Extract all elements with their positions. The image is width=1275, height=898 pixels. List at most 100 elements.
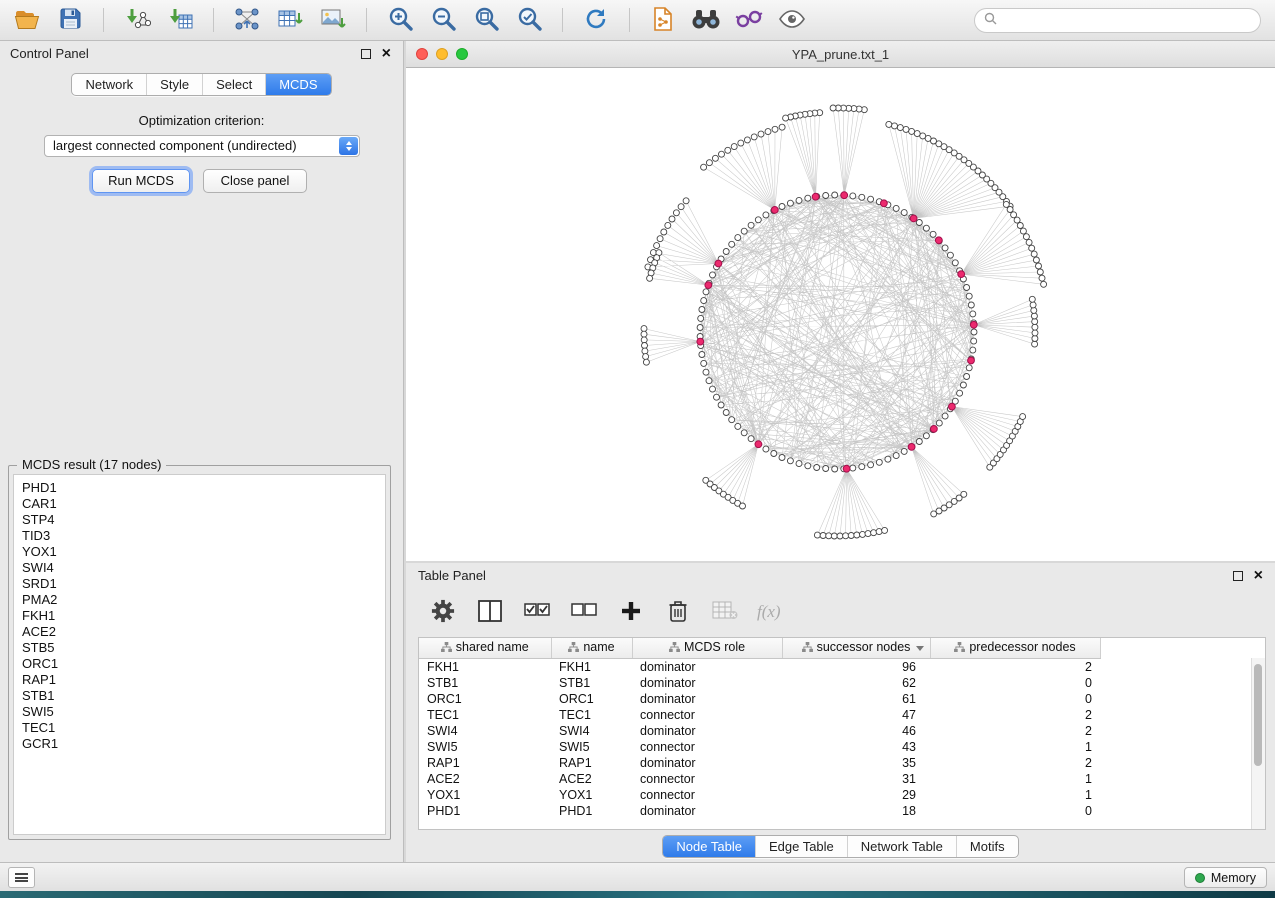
criterion-dropdown-value: largest connected component (undirected) (53, 138, 297, 153)
criterion-dropdown[interactable]: largest connected component (undirected) (44, 135, 360, 157)
tab-select[interactable]: Select (202, 74, 265, 95)
function-builder-button[interactable]: f(x) (757, 597, 781, 627)
toolbar-search-input[interactable] (1003, 12, 1251, 28)
minimize-window-icon[interactable] (436, 48, 448, 60)
tab-network-table[interactable]: Network Table (847, 836, 956, 857)
find-network-button[interactable] (689, 4, 723, 36)
zoom-selected-button[interactable] (512, 4, 546, 36)
table-row[interactable]: ACE2ACE2connector311 (419, 771, 1100, 787)
toggle-graphics-details-button[interactable] (732, 4, 766, 36)
delete-table-button[interactable] (710, 597, 740, 627)
eye-icon (778, 9, 806, 32)
column-header-shared-name[interactable]: shared name (419, 638, 551, 658)
delete-columns-button[interactable] (663, 597, 693, 627)
table-row[interactable]: STB1STB1dominator620 (419, 675, 1100, 691)
mcds-result-item[interactable]: PMA2 (22, 592, 377, 608)
import-table-icon (166, 7, 194, 34)
control-panel: Control Panel × NetworkStyleSelectMCDS O… (0, 41, 404, 862)
select-all-columns-button[interactable] (522, 597, 552, 627)
zoom-out-button[interactable] (426, 4, 460, 36)
column-header-predecessor-nodes[interactable]: predecessor nodes (930, 638, 1100, 658)
network-window-titlebar[interactable]: YPA_prune.txt_1 (406, 41, 1275, 68)
network-window-title: YPA_prune.txt_1 (792, 47, 889, 62)
mcds-result-item[interactable]: ORC1 (22, 656, 377, 672)
table-row[interactable]: ORC1ORC1dominator610 (419, 691, 1100, 707)
tab-mcds[interactable]: MCDS (265, 74, 330, 95)
tab-node-table[interactable]: Node Table (663, 836, 755, 857)
export-network-button[interactable] (230, 4, 264, 36)
column-header-name[interactable]: name (551, 638, 632, 658)
mcds-result-item[interactable]: SWI4 (22, 560, 377, 576)
mcds-result-item[interactable]: FKH1 (22, 608, 377, 624)
show-panels-button[interactable] (8, 867, 35, 888)
export-image-button[interactable] (316, 4, 350, 36)
save-session-button[interactable] (53, 4, 87, 36)
close-panel-icon[interactable]: × (1254, 568, 1263, 584)
mcds-result-item[interactable]: GCR1 (22, 736, 377, 752)
toolbar-separator (103, 8, 104, 32)
share-document-button[interactable] (646, 4, 680, 36)
mcds-result-item[interactable]: TEC1 (22, 720, 377, 736)
mcds-result-item[interactable]: SWI5 (22, 704, 377, 720)
table-row[interactable]: TEC1TEC1connector472 (419, 707, 1100, 723)
close-panel-button[interactable]: Close panel (203, 169, 307, 193)
zoom-fit-button[interactable] (469, 4, 503, 36)
mcds-result-item[interactable]: STB1 (22, 688, 377, 704)
table-toolbar: f(x) (406, 589, 1275, 635)
network-view-window: YPA_prune.txt_1 (406, 41, 1275, 561)
mcds-result-item[interactable]: YOX1 (22, 544, 377, 560)
mcds-result-item[interactable]: PHD1 (22, 480, 377, 496)
tab-motifs[interactable]: Motifs (956, 836, 1018, 857)
import-network-file-button[interactable] (120, 4, 154, 36)
table-row[interactable]: RAP1RAP1dominator352 (419, 755, 1100, 771)
table-row[interactable]: FKH1FKH1dominator962 (419, 658, 1100, 675)
mcds-result-item[interactable]: ACE2 (22, 624, 377, 640)
refresh-view-button[interactable] (579, 4, 613, 36)
memory-button[interactable]: Memory (1184, 867, 1267, 888)
tab-edge-table[interactable]: Edge Table (755, 836, 847, 857)
open-file-button[interactable] (10, 4, 44, 36)
table-scrollbar[interactable] (1251, 658, 1265, 829)
table-panel-tab-row: Node TableEdge TableNetwork TableMotifs (406, 835, 1275, 858)
mcds-result-item[interactable]: TID3 (22, 528, 377, 544)
table-panel-header: Table Panel × (406, 563, 1275, 589)
run-mcds-button[interactable]: Run MCDS (92, 169, 190, 193)
close-window-icon[interactable] (416, 48, 428, 60)
create-column-button[interactable] (616, 597, 646, 627)
float-panel-icon[interactable] (1233, 571, 1243, 581)
mcds-result-item[interactable]: RAP1 (22, 672, 377, 688)
empty-boxes-icon (571, 599, 597, 626)
mcds-result-item[interactable]: STP4 (22, 512, 377, 528)
network-canvas[interactable] (406, 68, 1275, 562)
import-table-file-button[interactable] (163, 4, 197, 36)
plus-icon (620, 600, 642, 625)
attribute-icon (669, 641, 680, 655)
tab-style[interactable]: Style (146, 74, 202, 95)
table-row[interactable]: PHD1PHD1dominator180 (419, 803, 1100, 819)
unselect-all-columns-button[interactable] (569, 597, 599, 627)
table-row[interactable]: SWI4SWI4dominator462 (419, 723, 1100, 739)
table-scrollbar-thumb[interactable] (1254, 664, 1262, 766)
mcds-result-item[interactable]: SRD1 (22, 576, 377, 592)
maximize-window-icon[interactable] (456, 48, 468, 60)
main-toolbar (0, 0, 1275, 41)
binoculars-icon (691, 8, 721, 33)
close-panel-icon[interactable]: × (382, 46, 391, 62)
table-row[interactable]: YOX1YOX1connector291 (419, 787, 1100, 803)
zoom-out-icon (430, 5, 457, 35)
mcds-result-item[interactable]: CAR1 (22, 496, 377, 512)
mcds-result-item[interactable]: STB5 (22, 640, 377, 656)
table-mode-button[interactable] (428, 597, 458, 627)
window-controls (416, 48, 468, 60)
column-header-MCDS-role[interactable]: MCDS role (632, 638, 782, 658)
columns-icon (478, 600, 502, 625)
toolbar-separator (366, 8, 367, 32)
show-hide-panel-button[interactable] (775, 4, 809, 36)
column-header-successor-nodes[interactable]: successor nodes (782, 638, 930, 658)
show-columns-button[interactable] (475, 597, 505, 627)
tab-network[interactable]: Network (72, 74, 146, 95)
table-row[interactable]: SWI5SWI5connector431 (419, 739, 1100, 755)
export-table-button[interactable] (273, 4, 307, 36)
zoom-in-button[interactable] (383, 4, 417, 36)
float-panel-icon[interactable] (361, 49, 371, 59)
